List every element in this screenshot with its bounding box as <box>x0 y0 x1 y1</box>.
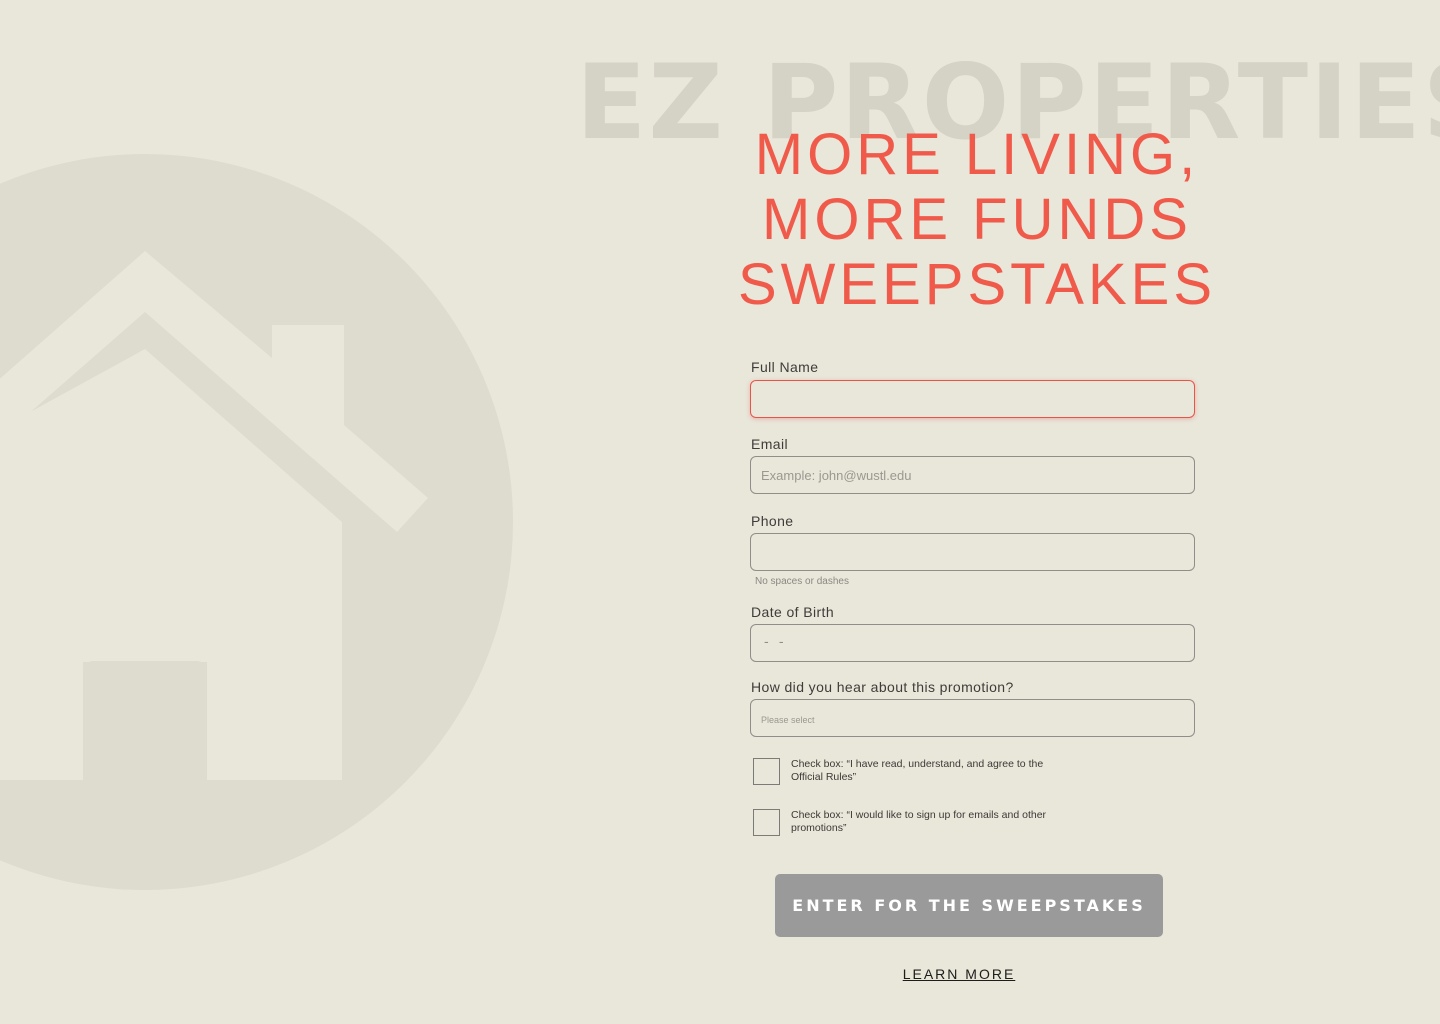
rules-checkbox[interactable] <box>753 758 780 785</box>
learn-more-link[interactable]: LEARN MORE <box>859 966 1059 982</box>
headline-line-1: MORE LIVING, <box>754 122 1200 187</box>
headline-line-3: SWEEPSTAKES <box>737 252 1217 317</box>
full-name-label: Full Name <box>751 359 819 375</box>
enter-sweepstakes-button[interactable]: ENTER FOR THE SWEEPSTAKES <box>775 874 1163 937</box>
rules-checkbox-label: Check box: “I have read, understand, and… <box>791 758 1044 783</box>
sweepstakes-headline: MORE LIVING, MORE FUNDS SWEEPSTAKES <box>700 122 1254 317</box>
headline-line-2: MORE FUNDS <box>762 187 1192 252</box>
phone-hint: No spaces or dashes <box>755 576 849 587</box>
full-name-input[interactable] <box>750 380 1195 418</box>
phone-input[interactable] <box>750 533 1195 571</box>
emails-checkbox-label: Check box: “I would like to sign up for … <box>791 809 1047 834</box>
phone-label: Phone <box>751 513 794 529</box>
dob-input[interactable] <box>750 624 1195 662</box>
dob-field-wrap: - - <box>750 624 1195 662</box>
email-label: Email <box>751 436 789 452</box>
house-icon <box>0 154 513 890</box>
promotion-source-select[interactable] <box>750 699 1195 737</box>
dob-label: Date of Birth <box>751 604 835 620</box>
emails-checkbox[interactable] <box>753 809 780 836</box>
promotion-source-label: How did you hear about this promotion? <box>751 679 1014 695</box>
email-input[interactable] <box>750 456 1195 494</box>
